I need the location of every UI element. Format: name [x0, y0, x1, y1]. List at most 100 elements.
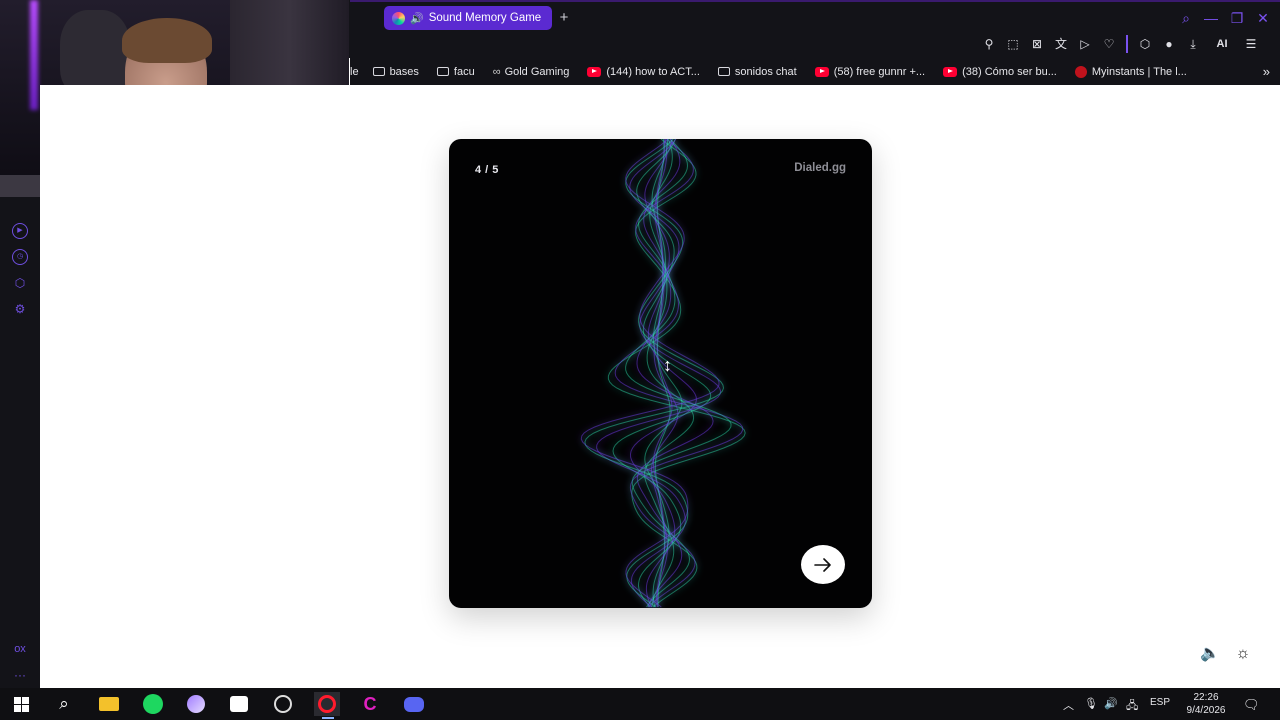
myinstants-icon — [1074, 65, 1087, 78]
taskbar-spotify[interactable] — [140, 692, 166, 716]
bookmark-youtube-1[interactable]: (144) how to ACT... — [587, 66, 700, 78]
more-options-icon[interactable]: ··· — [12, 667, 28, 683]
game-card: 4 / 5 Dialed.gg ↕ — [449, 139, 872, 608]
history-icon[interactable]: ◷ — [12, 249, 28, 265]
youtube-icon — [587, 66, 602, 77]
send-icon[interactable]: ▷ — [1076, 35, 1094, 53]
taskbar-canva[interactable]: C — [357, 692, 383, 716]
clock-date: 9/4/2026 — [1186, 705, 1226, 716]
taskbar-capcut[interactable] — [226, 692, 252, 716]
gaming-icon: ∞ — [492, 65, 501, 78]
folder-icon — [99, 697, 119, 711]
brand-logo[interactable]: Dialed.gg — [794, 162, 846, 174]
sidebar-brand-label[interactable]: ox — [12, 641, 28, 657]
settings-icon[interactable]: ⚙ — [12, 301, 28, 317]
ai-button[interactable]: AI — [1208, 38, 1236, 50]
new-tab-button[interactable]: + — [556, 8, 572, 28]
resize-cursor-icon: ↕ — [663, 355, 672, 375]
bookmark-label: le — [350, 65, 359, 78]
bookmark-youtube-2[interactable]: (58) free gunnr +... — [814, 65, 926, 78]
round-progress: 4 / 5 — [475, 164, 499, 176]
bookmark-folder-facu[interactable]: facu — [436, 65, 475, 78]
browser-sidebar: ▶ ◷ ⬡ ⚙ ox ··· — [0, 197, 40, 688]
extensions-sidebar-icon[interactable]: ⬡ — [12, 275, 28, 291]
windows-taskbar: ⌕ C ︿ 🎙 🔊 🖧 ESP 22:26 9/4/2026 🗨 — [0, 688, 1280, 720]
snapshot-icon[interactable]: ⬚ — [1004, 35, 1022, 53]
heart-icon[interactable]: ♡ — [1100, 35, 1118, 53]
system-clock[interactable]: 22:26 9/4/2026 — [1178, 691, 1234, 717]
clock-time: 22:26 — [1193, 692, 1219, 703]
tray-overflow-icon[interactable]: ︿ — [1063, 697, 1074, 713]
bookmark-folder-sonidos-chat[interactable]: sonidos chat — [717, 65, 797, 78]
taskbar-file-explorer[interactable] — [96, 692, 122, 716]
tab-favicon-icon — [392, 11, 405, 25]
microphone-icon[interactable]: 🎙 — [1084, 697, 1098, 710]
adblock-icon[interactable]: ⊠ — [1028, 35, 1046, 53]
search-tabs-icon[interactable]: ⌕ — [1176, 8, 1196, 28]
download-icon[interactable]: ⤓ — [1184, 35, 1202, 53]
bookmark-label: Myinstants | The l... — [1091, 65, 1187, 78]
webcam-person-hair — [122, 18, 212, 63]
bookmark-label: (58) free gunnr +... — [833, 65, 926, 78]
taskbar-discord[interactable] — [401, 692, 427, 716]
bookmark-label: sonidos chat — [734, 65, 797, 78]
minimize-icon[interactable]: — — [1201, 8, 1221, 28]
translate-icon[interactable]: 文 — [1052, 35, 1070, 53]
waveform-line — [625, 139, 732, 608]
bookmarks-overflow-icon[interactable]: » — [1263, 64, 1270, 79]
folder-icon — [436, 67, 449, 76]
bookmark-item[interactable]: le — [350, 66, 359, 78]
search-icon[interactable]: ⌕ — [51, 692, 77, 716]
bookmark-youtube-3[interactable]: (38) Cómo ser bu... — [943, 66, 1057, 78]
sound-waveform-visual — [580, 139, 746, 608]
sound-toggle-icon[interactable]: 🔈 — [1198, 642, 1222, 666]
taskbar-feather-app[interactable] — [183, 692, 209, 716]
language-indicator[interactable]: ESP — [1150, 697, 1170, 708]
volume-icon[interactable]: 🔊 — [1104, 697, 1118, 710]
tab-sound-memory-game[interactable]: 🔊 Sound Memory Game — [384, 6, 552, 30]
bookmark-label: Gold Gaming — [504, 65, 570, 78]
start-button[interactable] — [8, 692, 34, 716]
obs-icon — [274, 695, 292, 713]
bookmark-label: facu — [453, 65, 475, 78]
bookmark-gold-gaming[interactable]: ∞ Gold Gaming — [493, 66, 570, 78]
theme-toggle-icon[interactable]: ☼ — [1231, 642, 1255, 666]
notifications-icon[interactable]: 🗨 — [1243, 697, 1260, 713]
bookmark-label: (144) how to ACT... — [606, 65, 700, 78]
folder-icon — [717, 67, 730, 76]
arrow-right-icon — [814, 557, 831, 572]
next-button[interactable] — [801, 545, 845, 584]
titlebar-accent-line — [350, 0, 1280, 2]
profile-icon[interactable]: ● — [1160, 35, 1178, 53]
capcut-icon — [230, 696, 248, 712]
taskbar-opera-gx[interactable] — [314, 692, 340, 719]
canva-icon: C — [363, 693, 377, 714]
bookmark-myinstants[interactable]: Myinstants | The l... — [1074, 65, 1187, 78]
toolbar-divider — [1126, 35, 1128, 53]
player-icon[interactable]: ▶ — [12, 223, 28, 239]
spotify-icon — [143, 694, 163, 714]
youtube-icon — [814, 66, 829, 77]
bookmarks-bar: le bases facu ∞ Gold Gaming (144) how to… — [350, 58, 1280, 85]
extensions-icon[interactable]: ⬡ — [1136, 35, 1154, 53]
restore-icon[interactable]: ❐ — [1227, 8, 1247, 28]
network-icon[interactable]: 🖧 — [1126, 697, 1138, 716]
tab-audio-icon[interactable]: 🔊 — [410, 12, 424, 25]
discord-icon — [404, 696, 424, 712]
webcam-background-poster — [60, 10, 130, 95]
pin-icon[interactable]: ⚲ — [980, 35, 998, 53]
bookmark-label: (38) Cómo ser bu... — [962, 65, 1057, 78]
menu-icon[interactable]: ☰ — [1242, 35, 1260, 53]
feather-app-icon — [187, 695, 205, 713]
waveform-line — [607, 139, 746, 608]
folder-icon — [372, 67, 385, 76]
windows-logo-icon — [13, 696, 29, 712]
webcam-led-light — [30, 0, 38, 110]
taskbar-obs[interactable] — [270, 692, 296, 716]
waveform-line — [614, 139, 744, 608]
close-icon[interactable]: ✕ — [1253, 8, 1273, 28]
browser-toolbar: ⚲ ⬚ ⊠ 文 ▷ ♡ ⬡ ● ⤓ AI ☰ — [980, 34, 1260, 54]
bookmark-label: bases — [389, 65, 419, 78]
bookmark-folder-bases[interactable]: bases — [372, 65, 419, 78]
tab-title: Sound Memory Game — [428, 12, 542, 24]
